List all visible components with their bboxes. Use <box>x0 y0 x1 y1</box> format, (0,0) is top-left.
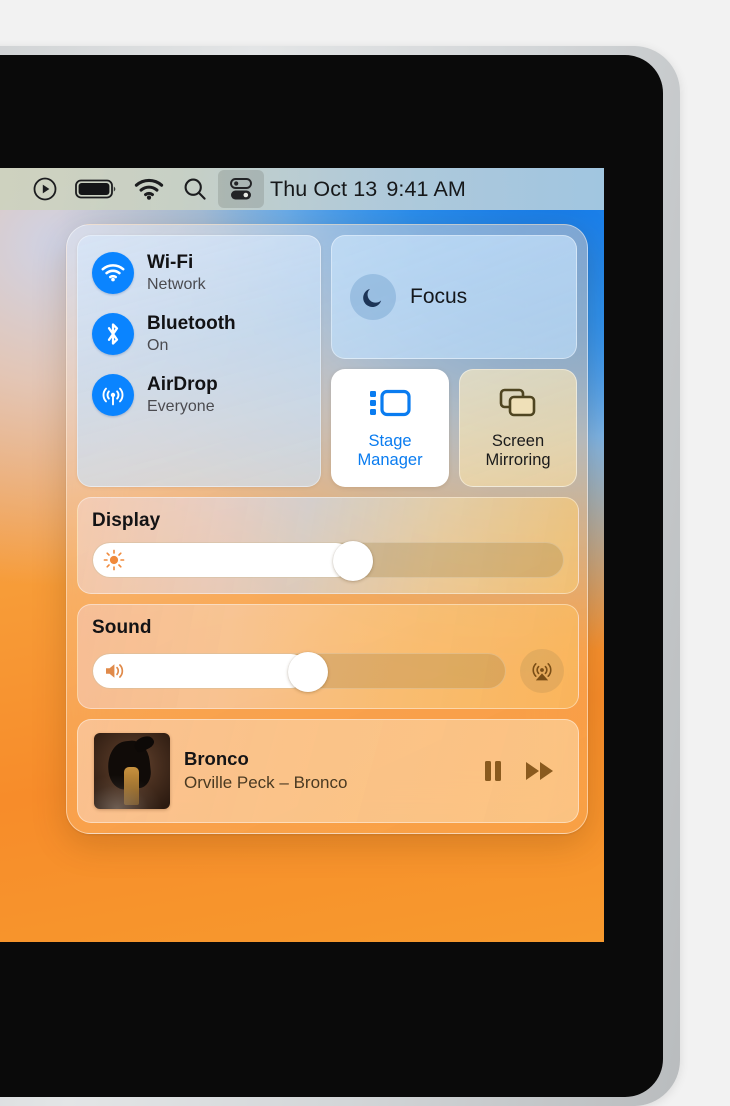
display-module: Display <box>77 497 579 594</box>
bluetooth-text-block: Bluetooth On <box>147 313 236 354</box>
stage-manager-label: Stage Manager <box>357 431 423 469</box>
sound-module: Sound <box>77 604 579 709</box>
wifi-label: Wi-Fi <box>147 252 194 274</box>
brightness-slider-fill <box>93 543 353 577</box>
now-playing-module[interactable]: Bronco Orville Peck – Bronco <box>77 719 579 823</box>
wifi-text-block: Wi-Fi Network <box>147 252 206 293</box>
wifi-control[interactable]: Wi-Fi Network <box>92 252 306 294</box>
menu-bar-time: 9:41 AM <box>386 176 466 201</box>
battery-icon[interactable] <box>68 170 126 208</box>
volume-slider[interactable] <box>92 652 506 692</box>
airdrop-icon <box>92 374 134 416</box>
display-title: Display <box>92 510 161 531</box>
menu-bar: Thu Oct 13 9:41 AM <box>0 168 604 210</box>
airdrop-control[interactable]: AirDrop Everyone <box>92 374 306 416</box>
stage-manager-icon <box>368 387 412 424</box>
screen-mirroring-tile[interactable]: Screen Mirroring <box>459 369 577 487</box>
airdrop-status: Everyone <box>147 397 215 415</box>
album-art-horse-head <box>132 733 156 754</box>
control-center-panel: Wi-Fi Network Bluetooth On AirDrop Every… <box>66 224 588 834</box>
focus-label: Focus <box>410 285 468 308</box>
now-playing-title: Bronco <box>184 748 249 770</box>
screen: Thu Oct 13 9:41 AM Wi-Fi Network Bluetoo… <box>0 168 604 942</box>
bluetooth-status: On <box>147 336 169 354</box>
wifi-status: Network <box>147 275 206 293</box>
airdrop-label: AirDrop <box>147 374 218 396</box>
stage-manager-tile[interactable]: Stage Manager <box>331 369 449 487</box>
menu-bar-date: Thu Oct 13 <box>270 176 378 201</box>
control-center-row-top: Wi-Fi Network Bluetooth On AirDrop Every… <box>77 235 577 487</box>
sound-slider-row <box>92 649 564 693</box>
fast-forward-icon[interactable] <box>524 758 556 784</box>
speaker-wave-icon <box>103 660 129 682</box>
now-playing-controls <box>482 758 562 784</box>
airplay-audio-icon[interactable] <box>520 649 564 693</box>
volume-slider-knob[interactable] <box>288 652 329 692</box>
bluetooth-label: Bluetooth <box>147 313 236 335</box>
airdrop-text-block: AirDrop Everyone <box>147 374 218 415</box>
volume-slider-fill <box>93 654 309 688</box>
wifi-icon[interactable] <box>126 170 172 208</box>
focus-control[interactable]: Focus <box>331 235 577 359</box>
screen-mirroring-label: Screen Mirroring <box>485 431 551 469</box>
brightness-icon <box>103 549 125 571</box>
now-playing-subtitle: Orville Peck – Bronco <box>184 773 348 793</box>
now-playing-text: Bronco Orville Peck – Bronco <box>184 748 468 793</box>
control-center-icon[interactable] <box>218 170 264 208</box>
wifi-icon <box>92 252 134 294</box>
spotlight-search-icon[interactable] <box>172 170 218 208</box>
album-artwork <box>94 733 170 809</box>
sound-title: Sound <box>92 617 152 638</box>
moon-icon <box>350 274 396 320</box>
brightness-slider[interactable] <box>92 541 564 581</box>
album-art-smoke <box>94 775 170 809</box>
pause-icon[interactable] <box>482 758 504 784</box>
brightness-slider-knob[interactable] <box>332 541 373 581</box>
control-center-right-column: Focus Stage Manager Screen Mirroring <box>331 235 577 487</box>
control-strip-play-icon[interactable] <box>22 170 68 208</box>
display-slider-row <box>92 541 564 581</box>
menu-bar-status-icons <box>0 170 264 208</box>
quick-tiles-row: Stage Manager Screen Mirroring <box>331 369 577 487</box>
screen-mirroring-icon <box>498 387 538 424</box>
bluetooth-icon <box>92 313 134 355</box>
menu-bar-clock[interactable]: Thu Oct 13 9:41 AM <box>270 177 466 202</box>
bluetooth-control[interactable]: Bluetooth On <box>92 313 306 355</box>
connectivity-module: Wi-Fi Network Bluetooth On AirDrop Every… <box>77 235 321 487</box>
